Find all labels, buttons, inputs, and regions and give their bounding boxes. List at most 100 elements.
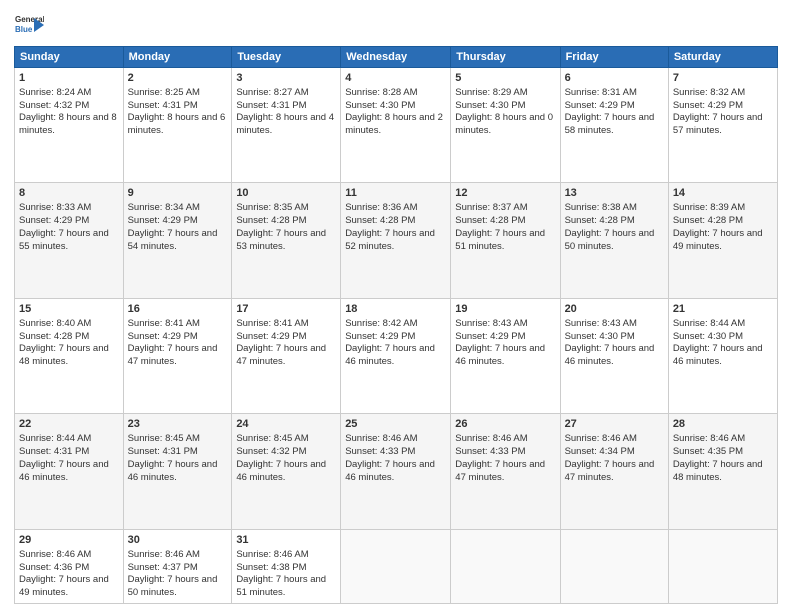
day-number: 9 [128, 186, 228, 201]
sunset: Sunset: 4:28 PM [236, 215, 306, 226]
sunrise: Sunrise: 8:46 AM [345, 433, 417, 444]
sunset: Sunset: 4:37 PM [128, 562, 198, 573]
daylight: Daylight: 7 hours and 47 minutes. [565, 459, 655, 483]
sunset: Sunset: 4:30 PM [345, 100, 415, 111]
daylight: Daylight: 7 hours and 51 minutes. [455, 228, 545, 252]
daylight: Daylight: 7 hours and 57 minutes. [673, 112, 763, 136]
day-number: 3 [236, 71, 336, 86]
sunset: Sunset: 4:30 PM [455, 100, 525, 111]
table-cell: 3Sunrise: 8:27 AMSunset: 4:31 PMDaylight… [232, 68, 341, 183]
svg-text:Blue: Blue [15, 25, 33, 34]
sunset: Sunset: 4:31 PM [128, 100, 198, 111]
table-cell: 12Sunrise: 8:37 AMSunset: 4:28 PMDayligh… [451, 183, 560, 298]
sunrise: Sunrise: 8:31 AM [565, 87, 637, 98]
logo: General Blue [14, 10, 44, 40]
table-cell: 23Sunrise: 8:45 AMSunset: 4:31 PMDayligh… [123, 414, 232, 530]
sunset: Sunset: 4:31 PM [236, 100, 306, 111]
sunset: Sunset: 4:28 PM [673, 215, 743, 226]
table-cell: 27Sunrise: 8:46 AM Sunset: 4:34 PM Dayligh… [560, 414, 668, 530]
daylight: Daylight: 7 hours and 46 minutes. [19, 459, 109, 483]
day-number: 2 [128, 71, 228, 86]
sunrise: Sunrise: 8:39 AM [673, 202, 745, 213]
sunrise: Sunrise: 8:32 AM [673, 87, 745, 98]
day-number: 24 [236, 417, 336, 432]
table-cell: 18Sunrise: 8:42 AMSunset: 4:29 PMDayligh… [341, 298, 451, 413]
sunrise: Sunrise: 8:43 AM [565, 318, 637, 329]
sunrise: Sunrise: 8:46 AM [565, 433, 637, 444]
page: General Blue Sunday Monday Tuesday Wedne… [0, 0, 792, 612]
daylight: Daylight: 7 hours and 49 minutes. [673, 228, 763, 252]
table-cell: 24Sunrise: 8:45 AMSunset: 4:32 PMDayligh… [232, 414, 341, 530]
daylight: Daylight: 7 hours and 48 minutes. [19, 343, 109, 367]
calendar-table: Sunday Monday Tuesday Wednesday Thursday… [14, 46, 778, 604]
sunrise: Sunrise: 8:40 AM [19, 318, 91, 329]
table-cell: 5Sunrise: 8:29 AMSunset: 4:30 PMDaylight… [451, 68, 560, 183]
table-cell: 6Sunrise: 8:31 AM Sunset: 4:29 PMDaylight… [560, 68, 668, 183]
daylight: Daylight: 8 hours and 4 minutes. [236, 112, 334, 136]
sunrise: Sunrise: 8:29 AM [455, 87, 527, 98]
day-number: 12 [455, 186, 555, 201]
sunset: Sunset: 4:28 PM [565, 215, 635, 226]
day-number: 23 [128, 417, 228, 432]
table-cell: 29Sunrise: 8:46 AMSunset: 4:36 PMDayligh… [15, 529, 124, 603]
day-number: 21 [673, 302, 773, 317]
table-cell: 17Sunrise: 8:41 AMSunset: 4:29 PMDayligh… [232, 298, 341, 413]
daylight: Daylight: 7 hours and 46 minutes. [236, 459, 326, 483]
sunset: Sunset: 4:36 PM [19, 562, 89, 573]
sunrise: Sunrise: 8:35 AM [236, 202, 308, 213]
sunrise: Sunrise: 8:42 AM [345, 318, 417, 329]
sunset: Sunset: 4:28 PM [19, 331, 89, 342]
sunset: Sunset: 4:29 PM [455, 331, 525, 342]
table-cell [341, 529, 451, 603]
day-number: 10 [236, 186, 336, 201]
table-cell: 28Sunrise: 8:46 AMSunset: 4:35 PMDayligh… [668, 414, 777, 530]
logo-container: General Blue [14, 10, 44, 40]
sunset: Sunset: 4:30 PM [673, 331, 743, 342]
day-number: 5 [455, 71, 555, 86]
daylight: Daylight: 7 hours and 54 minutes. [128, 228, 218, 252]
col-monday: Monday [123, 47, 232, 68]
sunset: Sunset: 4:32 PM [19, 100, 89, 111]
day-number: 6 [565, 71, 664, 86]
table-cell: 4Sunrise: 8:28 AMSunset: 4:30 PMDaylight… [341, 68, 451, 183]
table-cell: 30Sunrise: 8:46 AMSunset: 4:37 PMDayligh… [123, 529, 232, 603]
day-number: 11 [345, 186, 446, 201]
day-number: 16 [128, 302, 228, 317]
table-cell: 15Sunrise: 8:40 AMSunset: 4:28 PMDayligh… [15, 298, 124, 413]
daylight: Daylight: 7 hours and 58 minutes. [565, 112, 655, 136]
sunset: Sunset: 4:34 PM [565, 446, 635, 457]
table-cell: 8Sunrise: 8:33 AMSunset: 4:29 PMDaylight… [15, 183, 124, 298]
sunset: Sunset: 4:31 PM [128, 446, 198, 457]
table-cell: 22Sunrise: 8:44 AMSunset: 4:31 PMDayligh… [15, 414, 124, 530]
sunrise: Sunrise: 8:45 AM [128, 433, 200, 444]
day-number: 27 [565, 417, 664, 432]
table-cell: 9Sunrise: 8:34 AMSunset: 4:29 PMDaylight… [123, 183, 232, 298]
sunset: Sunset: 4:30 PM [565, 331, 635, 342]
daylight: Daylight: 7 hours and 53 minutes. [236, 228, 326, 252]
sunset: Sunset: 4:28 PM [345, 215, 415, 226]
sunrise: Sunrise: 8:28 AM [345, 87, 417, 98]
table-cell [560, 529, 668, 603]
sunset: Sunset: 4:29 PM [19, 215, 89, 226]
sunrise: Sunrise: 8:38 AM [565, 202, 637, 213]
day-number: 25 [345, 417, 446, 432]
table-cell: 20Sunrise: 8:43 AMSunset: 4:30 PMDayligh… [560, 298, 668, 413]
table-cell: 19Sunrise: 8:43 AMSunset: 4:29 PMDayligh… [451, 298, 560, 413]
sunrise: Sunrise: 8:46 AM [673, 433, 745, 444]
table-cell: 31Sunrise: 8:46 AMSunset: 4:38 PMDayligh… [232, 529, 341, 603]
daylight: Daylight: 7 hours and 46 minutes. [345, 343, 435, 367]
day-number: 26 [455, 417, 555, 432]
table-cell: 10Sunrise: 8:35 AM Sunset: 4:28 PM Dayligh… [232, 183, 341, 298]
col-tuesday: Tuesday [232, 47, 341, 68]
sunrise: Sunrise: 8:41 AM [236, 318, 308, 329]
sunrise: Sunrise: 8:25 AM [128, 87, 200, 98]
col-wednesday: Wednesday [341, 47, 451, 68]
sunrise: Sunrise: 8:45 AM [236, 433, 308, 444]
sunset: Sunset: 4:29 PM [565, 100, 635, 111]
sunset: Sunset: 4:38 PM [236, 562, 306, 573]
sunset: Sunset: 4:29 PM [128, 331, 198, 342]
header: General Blue [14, 10, 778, 40]
daylight: Daylight: 7 hours and 47 minutes. [236, 343, 326, 367]
table-cell: 25Sunrise: 8:46 AMSunset: 4:33 PMDayligh… [341, 414, 451, 530]
sunrise: Sunrise: 8:44 AM [673, 318, 745, 329]
